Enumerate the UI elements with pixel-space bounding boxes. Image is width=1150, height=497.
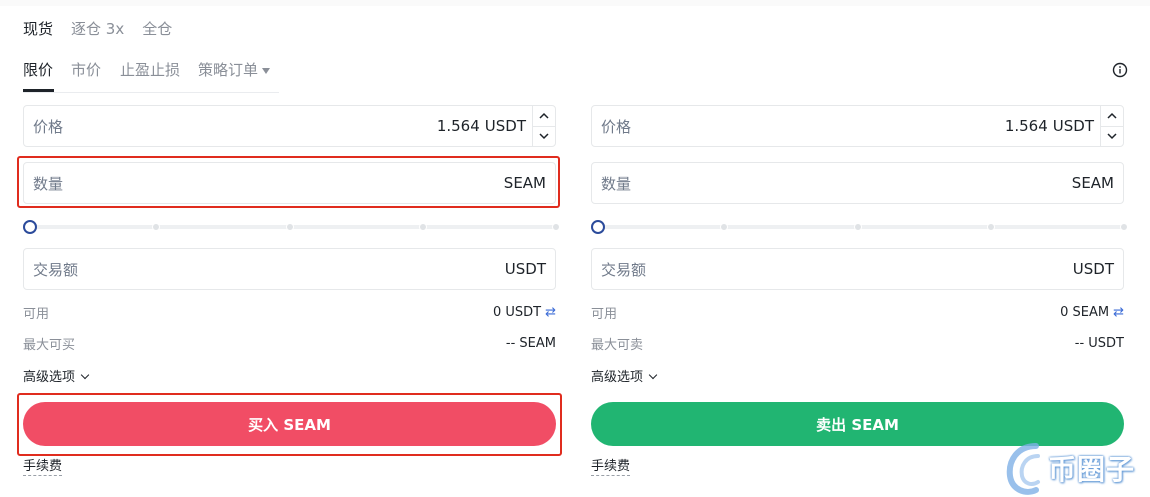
buy-slider-track bbox=[31, 225, 556, 229]
sell-advanced-options-toggle[interactable]: 高级选项 bbox=[591, 366, 658, 385]
sell-price-decrement-button[interactable] bbox=[1101, 125, 1123, 148]
sell-price-stepper bbox=[1100, 105, 1123, 147]
sell-amount-unit: SEAM bbox=[1071, 174, 1114, 192]
sell-price-field[interactable]: 价格 1.564 USDT bbox=[591, 105, 1124, 147]
caret-down-icon bbox=[262, 67, 271, 74]
buy-button[interactable]: 买入 SEAM bbox=[23, 402, 556, 446]
buy-amount-field[interactable]: 数量 SEAM bbox=[23, 162, 556, 204]
buy-price-unit: USDT bbox=[484, 117, 526, 135]
sell-max-value: -- USDT bbox=[1074, 335, 1124, 351]
watermark-logo: 币圈子 bbox=[1002, 440, 1150, 497]
tab-cross[interactable]: 全仓 bbox=[142, 18, 172, 39]
buy-price-input[interactable]: 1.564 bbox=[63, 117, 480, 135]
buy-available-label: 可用 bbox=[23, 306, 50, 322]
chevron-down-icon bbox=[539, 133, 549, 140]
sell-available-row: 可用 0 SEAM ⇄ bbox=[591, 302, 1124, 322]
sell-available-label: 可用 bbox=[591, 306, 618, 322]
tab-market[interactable]: 市价 bbox=[71, 59, 101, 80]
sell-advanced-options-label: 高级选项 bbox=[591, 370, 644, 385]
buy-available-value: 0 USDT bbox=[492, 304, 542, 320]
sell-slider-tick-100[interactable] bbox=[1120, 223, 1128, 231]
chevron-down-icon bbox=[80, 370, 90, 380]
buy-amount-label: 数量 bbox=[33, 174, 64, 193]
sell-price-label: 价格 bbox=[601, 117, 632, 136]
watermark-text: 币圈子 bbox=[1048, 453, 1136, 486]
top-bar bbox=[0, 0, 1150, 6]
chevron-up-icon bbox=[539, 112, 549, 119]
sell-max-label: 最大可卖 bbox=[591, 337, 644, 353]
sell-available-value: 0 SEAM bbox=[1060, 304, 1110, 320]
tab-isolated[interactable]: 逐仓 3x bbox=[71, 18, 124, 39]
sell-slider-track bbox=[599, 225, 1124, 229]
active-tab-underline bbox=[23, 89, 54, 92]
sell-price-input[interactable]: 1.564 bbox=[631, 117, 1048, 135]
buy-total-label: 交易额 bbox=[33, 260, 79, 279]
sell-slider-tick-75[interactable] bbox=[986, 223, 995, 231]
buy-advanced-options-toggle[interactable]: 高级选项 bbox=[23, 366, 90, 385]
swap-arrows-icon[interactable]: ⇄ bbox=[545, 305, 556, 320]
sell-amount-label: 数量 bbox=[601, 174, 632, 193]
buy-price-increment-button[interactable] bbox=[533, 105, 555, 126]
margin-mode-tabs: 现货 逐仓 3x 全仓 bbox=[23, 18, 172, 39]
buy-fee-link[interactable]: 手续费 bbox=[23, 458, 63, 476]
buy-max-label: 最大可买 bbox=[23, 337, 76, 353]
sell-slider-tick-25[interactable] bbox=[720, 223, 729, 231]
sell-price-unit: USDT bbox=[1052, 117, 1094, 135]
order-type-tabs: 限价 市价 止盈止损 策略订单 bbox=[23, 59, 279, 93]
buy-amount-slider[interactable] bbox=[23, 220, 560, 234]
buy-price-decrement-button[interactable] bbox=[533, 125, 555, 148]
sell-amount-slider[interactable] bbox=[591, 220, 1128, 234]
buy-slider-handle[interactable] bbox=[23, 220, 37, 234]
sell-total-label: 交易额 bbox=[601, 260, 647, 279]
buy-slider-tick-100[interactable] bbox=[552, 223, 560, 231]
tab-strategy-order[interactable]: 策略订单 bbox=[198, 59, 271, 80]
sell-amount-field[interactable]: 数量 SEAM bbox=[591, 162, 1124, 204]
buy-max-value: -- SEAM bbox=[505, 335, 556, 351]
sell-slider-handle[interactable] bbox=[591, 220, 605, 234]
tab-spot[interactable]: 现货 bbox=[23, 18, 53, 39]
chevron-down-icon bbox=[648, 370, 658, 380]
chevron-down-icon bbox=[1107, 133, 1117, 140]
tab-limit[interactable]: 限价 bbox=[23, 59, 53, 80]
buy-price-label: 价格 bbox=[33, 117, 64, 136]
buy-advanced-options-label: 高级选项 bbox=[23, 370, 76, 385]
tab-strategy-order-label: 策略订单 bbox=[198, 61, 259, 79]
chevron-up-icon bbox=[1107, 112, 1117, 119]
sell-slider-tick-50[interactable] bbox=[853, 223, 862, 231]
buy-total-unit: USDT bbox=[504, 260, 546, 278]
sell-total-field[interactable]: 交易额 USDT bbox=[591, 248, 1124, 290]
buy-available-row: 可用 0 USDT ⇄ bbox=[23, 302, 556, 322]
buy-slider-tick-25[interactable] bbox=[152, 223, 161, 231]
sell-price-increment-button[interactable] bbox=[1101, 105, 1123, 126]
buy-price-stepper bbox=[532, 105, 555, 147]
buy-price-field[interactable]: 价格 1.564 USDT bbox=[23, 105, 556, 147]
buy-total-field[interactable]: 交易额 USDT bbox=[23, 248, 556, 290]
sell-total-unit: USDT bbox=[1072, 260, 1114, 278]
buy-slider-tick-50[interactable] bbox=[285, 223, 294, 231]
sell-fee-link[interactable]: 手续费 bbox=[591, 458, 631, 476]
info-circle-icon[interactable] bbox=[1112, 62, 1128, 78]
swap-arrows-icon[interactable]: ⇄ bbox=[1113, 305, 1124, 320]
buy-max-row: 最大可买 -- SEAM bbox=[23, 333, 556, 353]
buy-slider-tick-75[interactable] bbox=[418, 223, 427, 231]
buy-amount-unit: SEAM bbox=[503, 174, 546, 192]
sell-max-row: 最大可卖 -- USDT bbox=[591, 333, 1124, 353]
tab-tp-sl[interactable]: 止盈止损 bbox=[120, 59, 180, 80]
